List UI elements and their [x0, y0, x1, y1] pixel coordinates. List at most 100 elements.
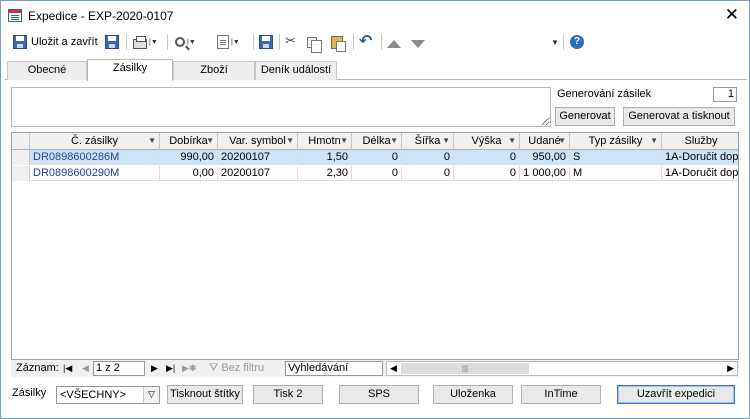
column-label: Dobírka — [169, 135, 208, 147]
column-header-sirka[interactable]: Šířka ▼ — [402, 133, 454, 150]
table-row[interactable]: DR0898600290M 0,00 20200107 2,30 0 0 0 1… — [12, 166, 738, 181]
column-header-udane[interactable]: Udané ▼ — [520, 133, 570, 150]
undo-button[interactable] — [359, 31, 373, 51]
chevron-down-icon: |▼ — [149, 38, 158, 46]
cell-sluzby[interactable]: 1A-Doručit dop — [662, 166, 738, 181]
cell-udane[interactable]: 1 000,00 — [520, 166, 570, 181]
shipments-filter-label: Zásilky — [12, 387, 47, 399]
sps-button[interactable]: SPS — [339, 385, 419, 404]
column-header-hmotnost[interactable]: Hmotn ▼ — [298, 133, 352, 150]
generate-count-input[interactable]: 1 — [713, 87, 737, 102]
search-input[interactable]: Vyhledávání — [285, 361, 383, 376]
prev-record-icon[interactable]: ◀ — [82, 360, 89, 377]
tab-denik-udalosti[interactable]: Deník událostí — [255, 61, 337, 80]
save-close-button[interactable]: Uložit a zavřít — [13, 33, 98, 51]
form-icon — [8, 9, 22, 22]
next-record-icon[interactable]: ▶ — [151, 360, 158, 377]
cell-typ[interactable]: M — [570, 166, 662, 181]
column-header-vyska[interactable]: Výška ▼ — [454, 133, 520, 150]
cell-sluzby[interactable]: 1A-Doručit dop — [662, 150, 738, 165]
document-button[interactable]: |▼ — [217, 33, 240, 51]
column-header-sluzby[interactable]: Služby — [662, 133, 738, 150]
generate-print-button[interactable]: Generovat a tisknout — [623, 107, 735, 126]
help-icon: ? — [570, 35, 584, 49]
copy-button[interactable] — [307, 33, 322, 53]
table-row[interactable]: DR0898600286M 990,00 20200107 1,50 0 0 0… — [12, 150, 738, 165]
tab-label: Obecné — [27, 64, 67, 76]
record-position-input[interactable]: 1 z 2 — [93, 361, 145, 376]
cell-typ[interactable]: S — [570, 150, 662, 165]
cell-delka[interactable]: 0 — [352, 150, 402, 165]
tab-zbozi[interactable]: Zboží — [173, 61, 255, 80]
close-icon[interactable]: ✕ — [725, 6, 739, 23]
cell-udane[interactable]: 950,00 — [520, 150, 570, 165]
move-down-button[interactable] — [411, 33, 425, 51]
column-header-cislo[interactable]: Č. zásilky ▼ — [30, 133, 160, 150]
row-selector-header[interactable] — [12, 133, 30, 150]
print-button[interactable]: |▼ — [133, 33, 158, 51]
notes-textarea[interactable] — [11, 87, 551, 127]
intime-button[interactable]: InTime — [521, 385, 601, 404]
cell-vyska[interactable]: 0 — [454, 150, 520, 165]
print2-button[interactable]: Tisk 2 — [253, 385, 323, 404]
cut-button[interactable] — [285, 33, 299, 51]
column-header-typ[interactable]: Typ zásilky ▼ — [570, 133, 662, 150]
cell-sirka[interactable]: 0 — [402, 166, 454, 181]
filter-icon: ⛛ — [209, 362, 219, 374]
cell-hmotnost[interactable]: 2,30 — [298, 166, 352, 181]
column-label: Délka — [362, 135, 391, 147]
scroll-left-icon[interactable]: ◀ — [390, 362, 397, 375]
tab-strip: Obecné Zásilky Zboží Deník událostí — [5, 59, 747, 81]
cell-dobirka[interactable]: 990,00 — [160, 150, 218, 165]
scroll-thumb[interactable]: ||| — [401, 363, 529, 374]
shipments-filter-select[interactable]: <VŠECHNY> ▽ — [56, 386, 160, 404]
cell-hmotnost[interactable]: 1,50 — [298, 150, 352, 165]
chevron-down-icon: ▼ — [390, 136, 398, 145]
save-button[interactable] — [259, 33, 273, 51]
chevron-down-icon: ▼ — [558, 136, 566, 145]
toolbar-overflow-button[interactable]: ▼ — [549, 33, 559, 51]
chevron-down-icon: ▼ — [286, 136, 294, 145]
first-record-icon[interactable]: |◀ — [63, 360, 72, 377]
cell-var-symbol[interactable]: 20200107 — [218, 166, 298, 181]
last-record-icon[interactable]: ▶| — [166, 360, 175, 377]
generate-button[interactable]: Generovat — [555, 107, 615, 126]
column-label: Hmotn — [308, 135, 341, 147]
paste-button[interactable] — [331, 33, 346, 52]
tab-zasilky[interactable]: Zásilky — [87, 59, 173, 81]
toolbar-separator — [563, 34, 564, 50]
print-labels-button[interactable]: Tisknout štítky — [167, 385, 243, 404]
new-record-icon[interactable]: ▶✱ — [182, 360, 196, 377]
filter-toggle[interactable]: ⛛ Bez filtru — [209, 360, 264, 377]
cell-sirka[interactable]: 0 — [402, 150, 454, 165]
toolbar-separator — [381, 34, 382, 50]
column-header-var-symbol[interactable]: Var. symbol ▼ — [218, 133, 298, 150]
cell-delka[interactable]: 0 — [352, 166, 402, 181]
column-header-delka[interactable]: Délka ▼ — [352, 133, 402, 150]
cell-cislo[interactable]: DR0898600286M — [30, 150, 160, 165]
cell-dobirka[interactable]: 0,00 — [160, 166, 218, 181]
horizontal-scrollbar[interactable]: ◀ ||| ▶ — [386, 361, 738, 376]
chevron-down-icon[interactable]: ▽ — [143, 387, 159, 403]
column-label: Var. symbol — [229, 135, 286, 147]
column-label: Typ zásilky — [588, 135, 643, 147]
move-up-button[interactable] — [387, 33, 401, 51]
cell-vyska[interactable]: 0 — [454, 166, 520, 181]
ulozenka-button[interactable]: Uloženka — [433, 385, 513, 404]
grid-header: Č. zásilky ▼ Dobírka ▼ Var. symbol ▼ Hmotn ▼… — [12, 133, 738, 150]
preview-button[interactable]: |▼ — [175, 33, 196, 51]
close-expedition-button[interactable]: Uzavřít expedici — [617, 385, 735, 404]
cell-var-symbol[interactable]: 20200107 — [218, 150, 298, 165]
tab-obecne[interactable]: Obecné — [7, 61, 87, 80]
column-header-dobirka[interactable]: Dobírka ▼ — [160, 133, 218, 150]
scroll-right-icon[interactable]: ▶ — [727, 362, 734, 375]
tab-label: Zásilky — [112, 62, 148, 74]
save-as-button[interactable] — [105, 33, 119, 51]
chevron-down-icon: ▼ — [650, 136, 658, 145]
row-selector[interactable] — [12, 166, 30, 181]
row-selector[interactable] — [12, 150, 30, 165]
save-close-label: Uložit a zavřít — [31, 36, 98, 48]
help-button[interactable]: ? — [570, 33, 584, 51]
cell-cislo[interactable]: DR0898600290M — [30, 166, 160, 181]
save-icon — [259, 35, 273, 49]
